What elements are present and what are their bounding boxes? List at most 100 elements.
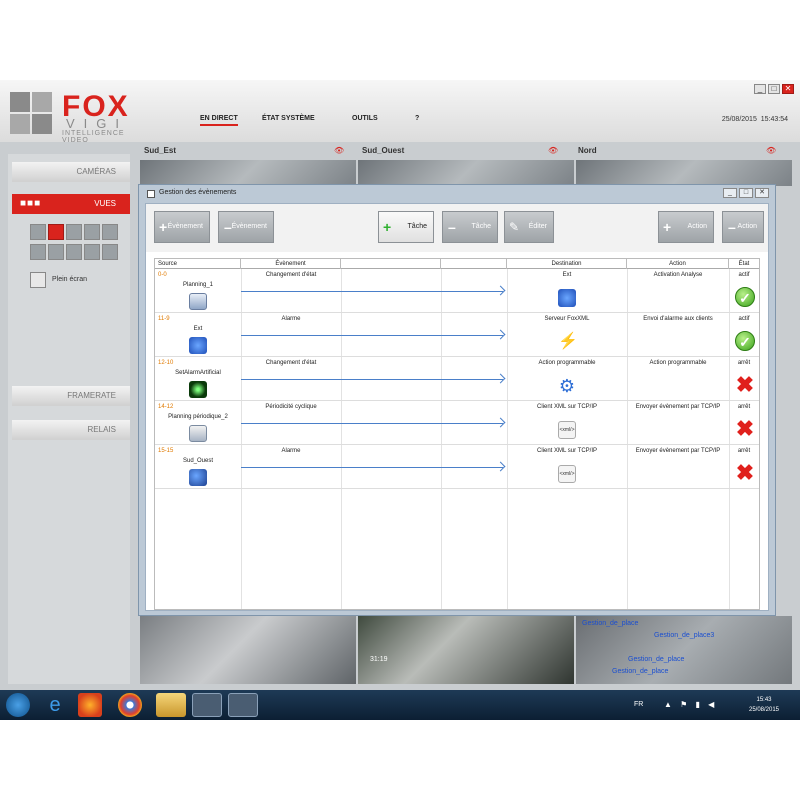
camera-feed-bottom-1[interactable] bbox=[140, 616, 356, 684]
dialog-minimize-button[interactable]: _ bbox=[723, 188, 737, 198]
taskbar-clock[interactable]: 15:43 25/08/2015 bbox=[744, 695, 784, 715]
table-row[interactable]: 15-15 Sud_Ouest Alarme Client XML sur TC… bbox=[155, 445, 759, 489]
layout-custom-icon[interactable] bbox=[102, 244, 118, 260]
cross-icon[interactable]: ✖ bbox=[735, 418, 755, 440]
row-id: 12-10 bbox=[158, 360, 174, 366]
fox-vigi-window: FOX VIGI INTELLIGENCE VIDEO EN DIRECT ÉT… bbox=[0, 80, 800, 720]
sensor-icon bbox=[189, 381, 207, 398]
xml-icon: <xml/> bbox=[558, 421, 576, 439]
table-row[interactable]: 14-12 Planning périodique_2 Périodicité … bbox=[155, 401, 759, 445]
dialog-content: + Évènement – Évènement + Tâche – Tâche ✎ Édi… bbox=[145, 203, 769, 611]
row-source: Ext bbox=[193, 326, 203, 332]
edit-icon: ✎ bbox=[509, 220, 520, 234]
column-source[interactable]: Source bbox=[155, 259, 241, 269]
dialog-close-button[interactable]: ✕ bbox=[755, 188, 769, 198]
periodic-schedule-icon bbox=[189, 425, 207, 442]
column-event[interactable]: Évènement bbox=[241, 259, 341, 269]
tray-icons[interactable]: ▲ ⚑ ▮ ◀ bbox=[664, 700, 717, 709]
menu-outils[interactable]: OUTILS bbox=[352, 115, 378, 122]
chrome-icon[interactable] bbox=[118, 693, 142, 717]
overlay-label: Gestion_de_place3 bbox=[654, 632, 715, 639]
language-indicator[interactable]: FR bbox=[634, 701, 643, 708]
plus-icon: + bbox=[663, 219, 672, 235]
layout-1x2-icon[interactable] bbox=[48, 244, 64, 260]
firefox-icon[interactable] bbox=[78, 693, 102, 717]
menu-etat-systeme[interactable]: ÉTAT SYSTÈME bbox=[262, 115, 315, 122]
layout-4x4-icon[interactable] bbox=[66, 224, 82, 240]
row-event: Changement d'état bbox=[265, 360, 317, 366]
camera-eye-icon[interactable]: 👁 bbox=[766, 146, 776, 155]
add-event-label: Évènement bbox=[167, 223, 203, 230]
sidebar-cameras-button[interactable]: CAMÉRAS bbox=[12, 162, 130, 182]
layout-mixed-icon[interactable] bbox=[84, 244, 100, 260]
sidebar-views-button[interactable]: ■■■ VUES bbox=[12, 194, 130, 214]
layout-6x6-icon[interactable] bbox=[102, 224, 118, 240]
folder-icon[interactable] bbox=[156, 693, 186, 717]
edit-button[interactable]: ✎ Éditer bbox=[504, 211, 554, 243]
dialog-app-icon bbox=[147, 190, 155, 198]
camera-feed-sud-est[interactable] bbox=[140, 160, 356, 186]
header-time: 15:43:54 bbox=[760, 116, 788, 123]
camera-feed-bottom-3[interactable]: Gestion_de_place Gestion_de_place3 Gesti… bbox=[576, 616, 792, 684]
row-source: SetAlarmArtificial bbox=[175, 370, 221, 376]
camera-eye-icon[interactable]: 👁 bbox=[334, 146, 344, 155]
ie-icon[interactable]: e bbox=[40, 693, 70, 717]
logo-vigi: VIGI bbox=[66, 116, 129, 131]
row-destination: Action programmable bbox=[538, 360, 596, 366]
cross-icon[interactable]: ✖ bbox=[735, 462, 755, 484]
layout-5x5-icon[interactable] bbox=[84, 224, 100, 240]
lightning-icon: ⚡ bbox=[558, 333, 578, 350]
sidebar-relays-button[interactable]: RELAIS bbox=[12, 420, 130, 440]
layout-1-icon[interactable] bbox=[30, 244, 46, 260]
remove-event-label: Évènement bbox=[231, 223, 267, 230]
layout-3x3-icon[interactable] bbox=[48, 224, 64, 240]
foxvigi-task-icon[interactable] bbox=[192, 693, 222, 717]
camera-feed-bottom-2[interactable]: 31:19 bbox=[358, 616, 574, 684]
camera-feed-nord[interactable] bbox=[576, 160, 792, 186]
row-event: Alarme bbox=[281, 316, 301, 322]
row-id: 15-15 bbox=[158, 448, 174, 454]
camera-label-sud-est: Sud_Est bbox=[144, 146, 177, 155]
remove-task-button[interactable]: – Tâche bbox=[442, 211, 498, 243]
start-button[interactable] bbox=[6, 693, 30, 717]
clock-time: 15:43 bbox=[756, 697, 772, 703]
row-id: 0-0 bbox=[158, 272, 167, 278]
camera-feed-sud-ouest[interactable] bbox=[358, 160, 574, 186]
header-datetime: 25/08/2015 15:43:54 bbox=[722, 116, 788, 123]
row-id: 11-9 bbox=[158, 316, 170, 322]
close-button[interactable]: ✕ bbox=[782, 84, 794, 94]
remove-event-button[interactable]: – Évènement bbox=[218, 211, 274, 243]
foxvigi-task-icon[interactable] bbox=[228, 693, 258, 717]
maximize-button[interactable]: □ bbox=[768, 84, 780, 94]
sidebar-framerate-button[interactable]: FRAMERATE bbox=[12, 386, 130, 406]
add-action-button[interactable]: + Action bbox=[658, 211, 714, 243]
menu-en-direct[interactable]: EN DIRECT bbox=[200, 115, 238, 126]
layout-2x2-icon[interactable] bbox=[30, 224, 46, 240]
layout-1x3-icon[interactable] bbox=[66, 244, 82, 260]
check-icon[interactable]: ✓ bbox=[735, 287, 755, 307]
cross-icon[interactable]: ✖ bbox=[735, 374, 755, 396]
fullscreen-option[interactable]: Plein écran bbox=[30, 272, 140, 290]
column-destination[interactable]: Destination bbox=[507, 259, 627, 269]
column-action[interactable]: Action bbox=[627, 259, 729, 269]
column-state[interactable]: État bbox=[729, 259, 759, 269]
remove-action-button[interactable]: – Action bbox=[722, 211, 764, 243]
row-state: arrêt bbox=[737, 404, 751, 410]
menu-help[interactable]: ? bbox=[415, 115, 419, 122]
minimize-button[interactable]: _ bbox=[754, 84, 766, 94]
check-icon[interactable]: ✓ bbox=[735, 331, 755, 351]
add-task-button[interactable]: + Tâche bbox=[378, 211, 434, 243]
row-action: Envoyer évènement par TCP/IP bbox=[635, 404, 721, 410]
table-row[interactable]: 12-10 SetAlarmArtificial Changement d'ét… bbox=[155, 357, 759, 401]
plus-icon: + bbox=[159, 219, 168, 235]
row-source: Planning périodique_2 bbox=[168, 414, 228, 420]
add-event-button[interactable]: + Évènement bbox=[154, 211, 210, 243]
table-row[interactable]: 11-9 Ext Alarme Serveur FoxXML ⚡ Envoi d… bbox=[155, 313, 759, 357]
dialog-maximize-button[interactable]: □ bbox=[739, 188, 753, 198]
row-action: Envoyer évènement par TCP/IP bbox=[635, 448, 721, 454]
fullscreen-label: Plein écran bbox=[52, 276, 88, 283]
fox-vigi-logo: FOX VIGI INTELLIGENCE VIDEO bbox=[10, 90, 140, 144]
camera-eye-icon[interactable]: 👁 bbox=[548, 146, 558, 155]
table-row[interactable]: 0-0 Planning_1 Changement d'état Ext Act… bbox=[155, 269, 759, 313]
row-state: actif bbox=[738, 272, 750, 278]
